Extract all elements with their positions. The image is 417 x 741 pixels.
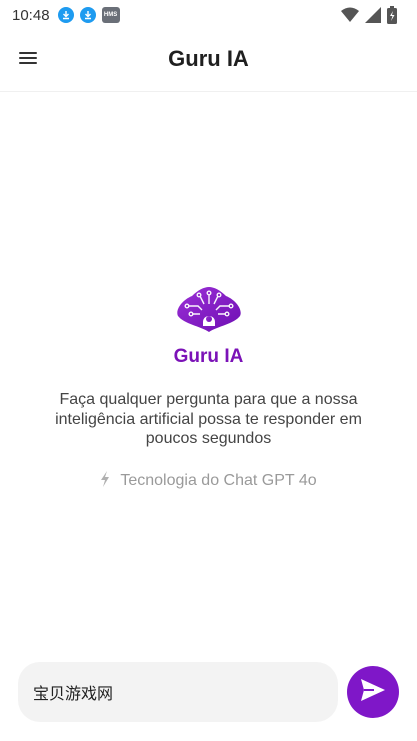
- wifi-icon: [341, 7, 359, 28]
- tech-label: Tecnologia do Chat GPT 4o: [120, 472, 317, 489]
- lightning-bolt-icon: [100, 470, 110, 492]
- hms-icon: HMS: [101, 7, 120, 23]
- system-icons: [341, 6, 397, 29]
- send-button[interactable]: [347, 666, 399, 718]
- page-title: Guru IA: [168, 46, 249, 71]
- brand-name: Guru IA: [173, 346, 244, 367]
- tech-caption: Tecnologia do Chat GPT 4o: [0, 470, 417, 492]
- empty-state: Guru IA Faça qualquer pergunta para que …: [0, 286, 417, 492]
- menu-button[interactable]: [10, 44, 46, 76]
- download-icon: [57, 7, 74, 23]
- download-icon: [79, 7, 96, 23]
- app-bar: Guru IA: [0, 30, 417, 92]
- notification-icons: HMS: [57, 7, 120, 23]
- signal-icon: [365, 7, 381, 28]
- battery-icon: [387, 6, 397, 29]
- brain-circuit-logo-icon: [176, 287, 241, 332]
- message-input-container: [18, 662, 338, 722]
- hamburger-menu-icon: [18, 50, 38, 71]
- status-bar: 10:48 HMS: [0, 0, 417, 30]
- description-text: Faça qualquer pergunta para que a nossa …: [55, 391, 362, 447]
- send-icon: [360, 678, 386, 707]
- status-time: 10:48: [12, 6, 50, 24]
- message-input[interactable]: [33, 682, 338, 702]
